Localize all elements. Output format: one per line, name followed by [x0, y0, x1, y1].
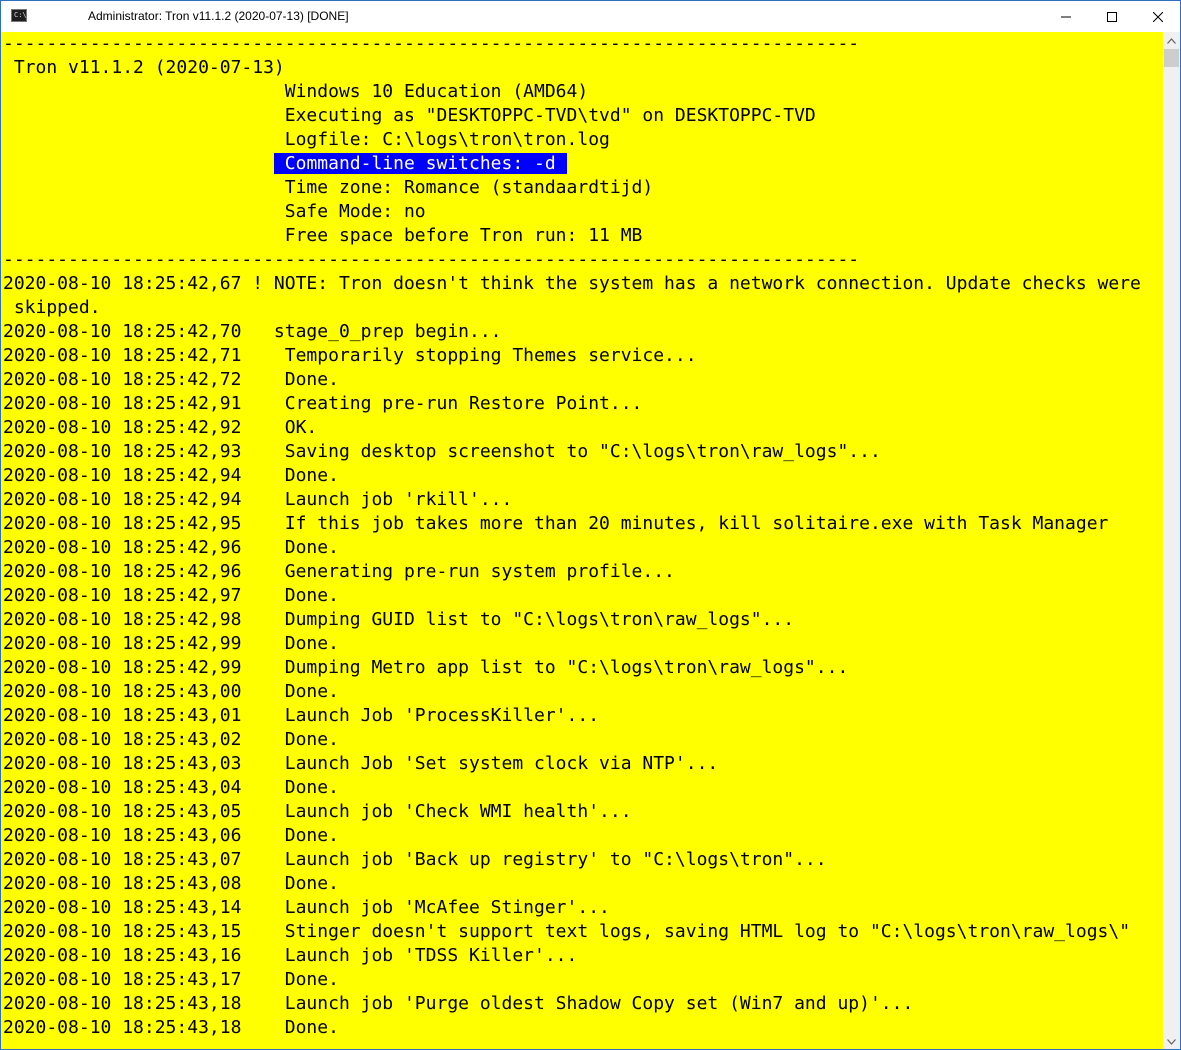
log-line: 2020-08-10 18:25:42,99 Dumping Metro app…	[3, 657, 849, 678]
close-button[interactable]	[1135, 1, 1180, 32]
log-line: 2020-08-10 18:25:43,04 Done.	[3, 777, 339, 798]
safe-mode: Safe Mode: no	[3, 201, 426, 222]
log-line: 2020-08-10 18:25:42,71 Temporarily stopp…	[3, 345, 697, 366]
log-line: 2020-08-10 18:25:42,92 OK.	[3, 417, 318, 438]
separator-top: ----------------------------------------…	[3, 33, 860, 54]
log-line: 2020-08-10 18:25:42,96 Done.	[3, 537, 339, 558]
log-line: skipped.	[3, 297, 101, 318]
log-line: 2020-08-10 18:25:43,08 Done.	[3, 873, 339, 894]
log-line: 2020-08-10 18:25:42,98 Dumping GUID list…	[3, 609, 795, 630]
scrollbar-thumb[interactable]	[1164, 49, 1179, 67]
minimize-icon	[1061, 16, 1071, 17]
log-line: 2020-08-10 18:25:43,16 Launch job 'TDSS …	[3, 945, 578, 966]
log-line: 2020-08-10 18:25:43,18 Done.	[3, 1017, 339, 1038]
command-line-switches-selection[interactable]: Command-line switches: -d	[273, 153, 567, 174]
log-line: 2020-08-10 18:25:42,94 Launch job 'rkill…	[3, 489, 513, 510]
log-line: 2020-08-10 18:25:43,05 Launch job 'Check…	[3, 801, 632, 822]
chevron-down-icon	[1167, 1038, 1176, 1045]
console-icon[interactable]: C:\	[11, 9, 27, 22]
log-line: 2020-08-10 18:25:43,18 Launch job 'Purge…	[3, 993, 914, 1014]
log-line: 2020-08-10 18:25:43,02 Done.	[3, 729, 339, 750]
log-line: 2020-08-10 18:25:43,07 Launch job 'Back …	[3, 849, 827, 870]
vertical-scrollbar[interactable]	[1163, 32, 1180, 1049]
log-line: 2020-08-10 18:25:42,93 Saving desktop sc…	[3, 441, 881, 462]
maximize-icon	[1107, 11, 1117, 22]
log-line: 2020-08-10 18:25:43,17 Done.	[3, 969, 339, 990]
log-line: 2020-08-10 18:25:42,95 If this job takes…	[3, 513, 1109, 534]
log-line: 2020-08-10 18:25:42,96 Generating pre-ru…	[3, 561, 675, 582]
log-line: 2020-08-10 18:25:43,15 Stinger doesn't s…	[3, 921, 1131, 942]
console-output[interactable]: ----------------------------------------…	[1, 32, 1163, 1049]
executing-as: Executing as "DESKTOPPC-TVD\tvd" on DESK…	[3, 105, 816, 126]
maximize-button[interactable]	[1089, 1, 1135, 32]
logfile-path: Logfile: C:\logs\tron\tron.log	[3, 129, 610, 150]
separator-bottom: ----------------------------------------…	[3, 249, 860, 270]
console-window: C:\ Administrator: Tron v11.1.2 (2020-07…	[0, 0, 1181, 1050]
scroll-down-button[interactable]	[1163, 1033, 1180, 1049]
title-bar[interactable]: C:\ Administrator: Tron v11.1.2 (2020-07…	[1, 1, 1180, 32]
log-line: 2020-08-10 18:25:43,01 Launch Job 'Proce…	[3, 705, 600, 726]
window-title: Administrator: Tron v11.1.2 (2020-07-13)…	[88, 9, 349, 23]
log-line: 2020-08-10 18:25:42,94 Done.	[3, 465, 339, 486]
switches-indent	[3, 153, 274, 174]
log-line: 2020-08-10 18:25:42,91 Creating pre-run …	[3, 393, 643, 414]
log-line: 2020-08-10 18:25:42,99 Done.	[3, 633, 339, 654]
scroll-up-button[interactable]	[1163, 32, 1180, 49]
tron-version-title: Tron v11.1.2 (2020-07-13)	[3, 57, 285, 78]
log-line: 2020-08-10 18:25:43,14 Launch job 'McAfe…	[3, 897, 610, 918]
log-line: 2020-08-10 18:25:42,67 ! NOTE: Tron does…	[3, 273, 1141, 294]
log-line: 2020-08-10 18:25:42,72 Done.	[3, 369, 339, 390]
os-info: Windows 10 Education (AMD64)	[3, 81, 589, 102]
close-icon	[1153, 11, 1163, 22]
log-line: 2020-08-10 18:25:43,03 Launch Job 'Set s…	[3, 753, 719, 774]
minimize-button[interactable]	[1043, 1, 1089, 32]
console-icon-glyph: C:\	[14, 11, 27, 19]
log-line: 2020-08-10 18:25:43,00 Done.	[3, 681, 339, 702]
log-line: 2020-08-10 18:25:43,06 Done.	[3, 825, 339, 846]
free-space: Free space before Tron run: 11 MB	[3, 225, 643, 246]
chevron-up-icon	[1167, 37, 1176, 44]
log-line: 2020-08-10 18:25:42,97 Done.	[3, 585, 339, 606]
command-line-switches-row: Command-line switches: -d	[3, 152, 567, 176]
time-zone: Time zone: Romance (standaardtijd)	[3, 177, 654, 198]
log-line: 2020-08-10 18:25:42,70 stage_0_prep begi…	[3, 321, 502, 342]
